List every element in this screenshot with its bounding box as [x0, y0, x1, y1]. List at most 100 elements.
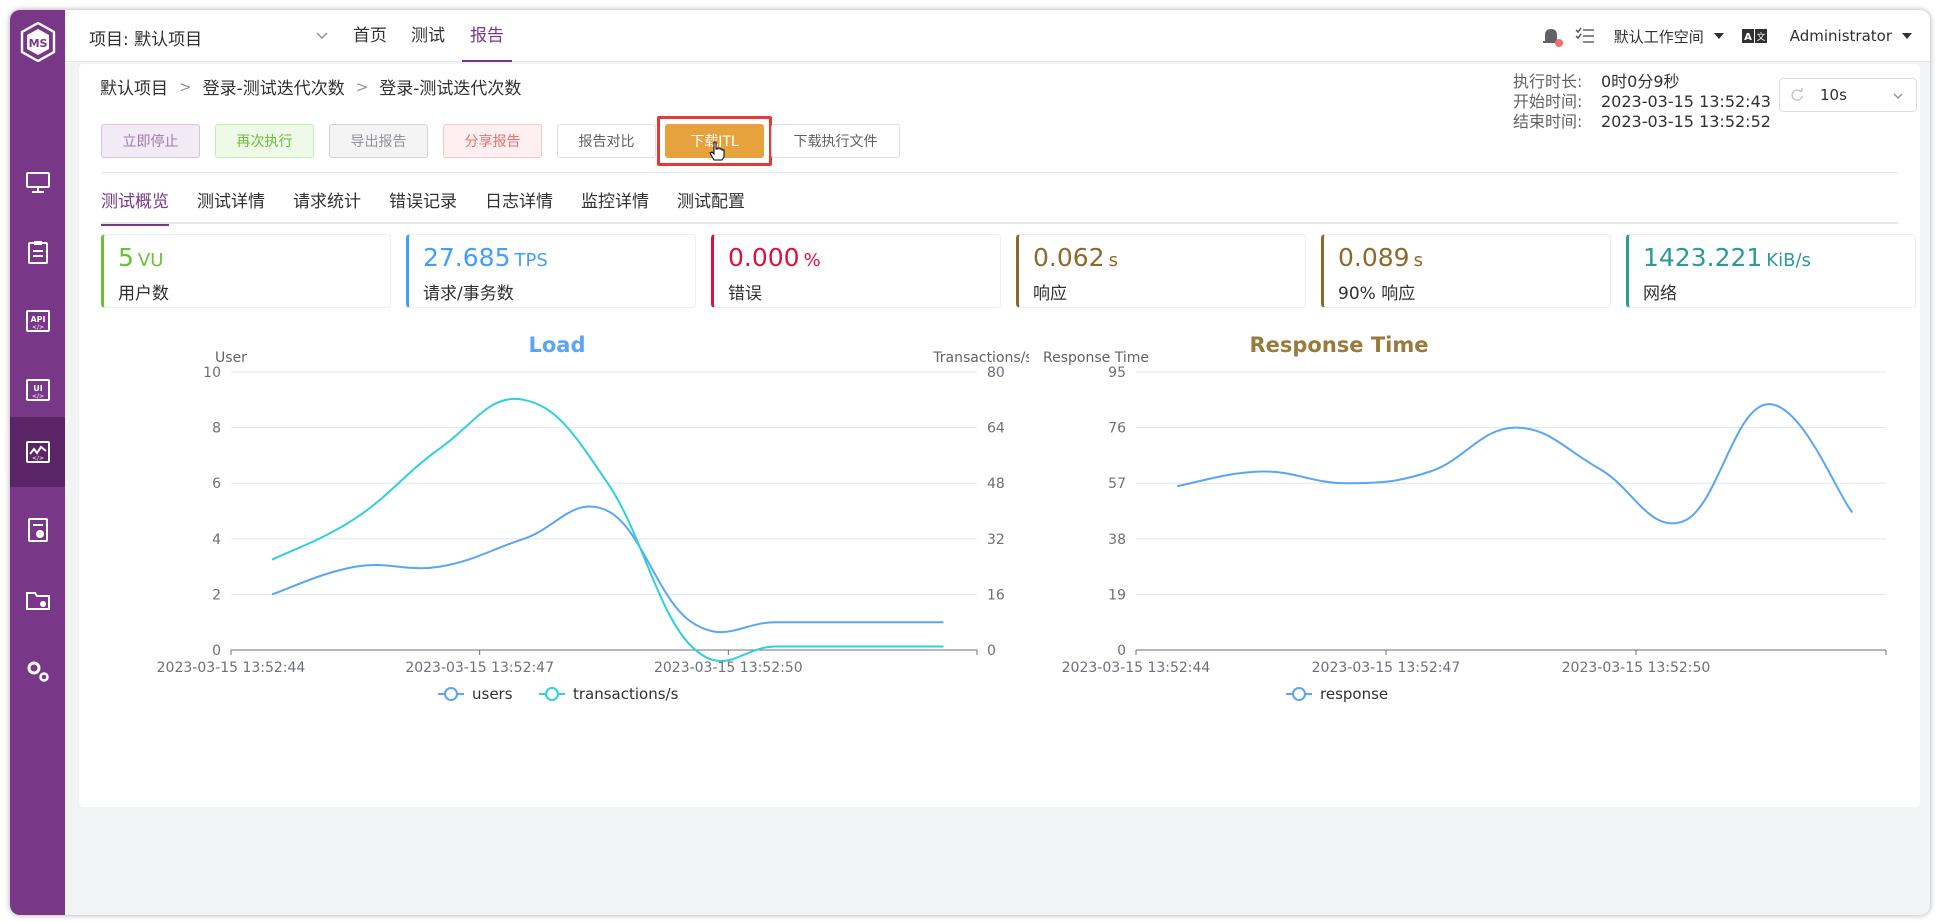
tab-monitor-details[interactable]: 监控详情 [581, 186, 649, 224]
y-tick-label: 8 [212, 421, 221, 437]
stat-value: 0.089 [1338, 243, 1410, 272]
rerun-button[interactable]: 再次执行 [215, 124, 314, 158]
ui-icon: UI</> [25, 379, 50, 401]
compare-report-button[interactable]: 报告对比 [557, 124, 656, 158]
workspace-select[interactable]: 默认工作空间 [1614, 26, 1724, 47]
report-icon [27, 518, 48, 542]
gears-icon [27, 661, 49, 682]
stat-label: 响应 [1033, 284, 1067, 304]
breadcrumb-test[interactable]: 登录-测试迭代次数 [203, 74, 345, 99]
stat-label: 请求/事务数 [423, 284, 514, 304]
tab-log-details[interactable]: 日志详情 [485, 186, 553, 224]
y-tick-label: 0 [1117, 643, 1126, 659]
stat-card-network: 1423.221 KiB/s 网络 [1626, 234, 1916, 308]
legend-marker [1292, 687, 1306, 701]
end-time-label: 结束时间: [1513, 112, 1583, 131]
sidebar-item-report[interactable] [10, 502, 65, 558]
workspace-label: 默认工作空间 [1613, 27, 1704, 46]
api-icon: API</> [25, 310, 50, 332]
y-tick-label: 2 [212, 587, 221, 603]
legend-label: response [1320, 685, 1388, 703]
caret-down-icon [1902, 33, 1912, 39]
x-tick-label: 2023-03-15 13:52:50 [654, 660, 803, 676]
legend-label: transactions/s [573, 685, 679, 703]
task-center-button[interactable] [1574, 25, 1596, 47]
y-axis-label: User [215, 350, 247, 366]
stat-unit: TPS [514, 250, 548, 271]
sidebar-item-api-test[interactable]: API </> [10, 293, 65, 349]
y-tick-label: 10 [203, 365, 221, 381]
caret-down-icon [1713, 33, 1724, 39]
sidebar-item-workstation[interactable] [10, 154, 65, 210]
stop-now-button[interactable]: 立即停止 [101, 124, 200, 158]
x-tick-label: 2023-03-15 13:52:44 [1062, 660, 1211, 676]
stat-unit: % [803, 250, 821, 271]
stat-card-users: 5 VU 用户数 [101, 234, 391, 308]
stat-label: 90% 响应 [1338, 284, 1416, 304]
y-tick-label: 95 [1108, 365, 1126, 381]
sidebar-item-system-settings[interactable] [10, 643, 65, 699]
svg-text:</>: </> [31, 393, 43, 400]
stat-label: 用户数 [118, 284, 169, 304]
sidebar-item-performance-test[interactable]: </> [10, 417, 65, 487]
stat-label: 网络 [1643, 284, 1677, 304]
breadcrumb: 默认项目 > 登录-测试迭代次数 > 登录-测试迭代次数 [100, 74, 522, 100]
tab-overview[interactable]: 测试概览 [101, 186, 169, 226]
tab-error-log[interactable]: 错误记录 [389, 186, 457, 224]
tab-test-config[interactable]: 测试配置 [677, 186, 745, 224]
y-tick-label: 57 [1108, 476, 1126, 492]
breadcrumb-separator-icon: > [179, 77, 192, 96]
breadcrumb-report: 登录-测试迭代次数 [379, 79, 522, 99]
y2-tick-label: 32 [987, 532, 1005, 548]
duration-label: 执行时长: [1513, 72, 1583, 91]
notification-button[interactable] [1540, 25, 1563, 47]
top-right-tools: 默认工作空间 A文 Administrator [1540, 10, 1912, 62]
execution-info: 执行时长: 0时0分9秒 开始时间: 2023-03-15 13:52:43 结束时… [1513, 72, 1771, 132]
stat-unit: s [1108, 250, 1118, 271]
language-switch-icon[interactable]: A文 [1741, 28, 1768, 44]
chart-title: Response Time [1249, 333, 1428, 357]
load-chart: Load User Transactions/s 0 0 2 16 4 32 6 48 8 64 10 80… [119, 326, 1033, 796]
y-tick-label: 38 [1108, 532, 1126, 548]
chevron-down-icon [1893, 93, 1903, 99]
menu-test[interactable]: 测试 [408, 10, 448, 62]
stat-unit: VU [137, 250, 164, 271]
sidebar-item-ui-test[interactable]: UI </> [10, 362, 65, 418]
menu-report[interactable]: 报告 [462, 10, 512, 62]
export-report-button[interactable]: 导出报告 [329, 124, 428, 158]
download-exec-file-button[interactable]: 下载执行文件 [771, 124, 900, 158]
user-name: Administrator [1789, 27, 1892, 45]
stat-card-90-response: 0.089 s 90% 响应 [1321, 234, 1611, 308]
series-line-response [1177, 403, 1854, 525]
breadcrumb-project[interactable]: 默认项目 [100, 74, 168, 99]
tab-request-stats[interactable]: 请求统计 [293, 186, 361, 224]
svg-text:UI: UI [33, 384, 42, 393]
sidebar-item-test-tracking[interactable] [10, 224, 65, 280]
performance-icon: </> [25, 441, 50, 463]
menu-home[interactable]: 首页 [350, 10, 390, 62]
response-time-chart: Response Time Response Time 0 19 38 57 76 95 202… [1034, 326, 1914, 796]
legend-label: users [472, 685, 513, 703]
start-time-label: 开始时间: [1513, 92, 1583, 111]
x-tick-label: 2023-03-15 13:52:47 [1312, 660, 1461, 676]
metersphere-logo-icon: MS [20, 22, 56, 62]
stat-card-response: 0.062 s 响应 [1016, 234, 1306, 308]
svg-text:MS: MS [29, 37, 48, 50]
task-list-icon [1575, 27, 1594, 43]
share-report-button[interactable]: 分享报告 [443, 124, 542, 158]
hand-pointer-icon [709, 141, 725, 161]
project-select-label: 项目: 默认项目 [89, 29, 203, 50]
stat-value: 27.685 [423, 243, 511, 272]
refresh-interval-select[interactable]: 10s [1779, 78, 1917, 112]
y-tick-label: 19 [1108, 587, 1126, 603]
stat-value: 0.062 [1033, 243, 1105, 272]
project-select[interactable]: 项目: 默认项目 [89, 24, 329, 50]
user-menu[interactable]: Administrator [1790, 27, 1912, 45]
sidebar-item-project-settings[interactable] [10, 572, 65, 628]
stat-value: 5 [118, 243, 134, 272]
y-tick-label: 6 [212, 476, 221, 492]
svg-text:</>: </> [31, 324, 43, 331]
tab-details[interactable]: 测试详情 [197, 186, 265, 224]
legend-marker [444, 687, 458, 701]
top-bar: 项目: 默认项目 首页 测试 报告 默认工作空间 A文 Administrato… [65, 10, 1930, 62]
